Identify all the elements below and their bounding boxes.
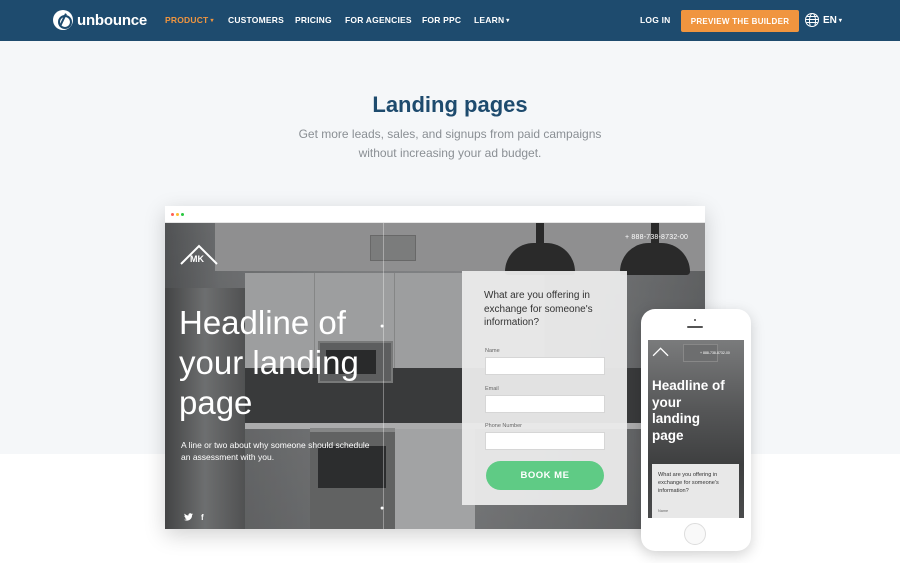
top-navigation: unbounce PRODUCT ▾ CUSTOMERS PRICING FOR … (0, 0, 900, 41)
nav-item-label: CUSTOMERS (228, 15, 284, 25)
nav-item-product[interactable]: PRODUCT ▾ (165, 15, 214, 25)
twitter-icon[interactable] (184, 513, 193, 523)
mobile-headline: Headline of your landing page (652, 378, 725, 443)
chevron-down-icon: ▾ (838, 17, 842, 24)
brand-name: unbounce (77, 11, 148, 29)
nav-item-customers[interactable]: CUSTOMERS (228, 15, 284, 25)
nav-item-label: LEARN (474, 15, 505, 25)
mobile-preview-mockup: + 888-738-8732-00 Headline of your landi… (641, 309, 751, 551)
nav-item-label: FOR AGENCIES (345, 15, 412, 25)
brand-logo[interactable]: unbounce (53, 10, 147, 30)
facebook-icon[interactable]: f (201, 513, 204, 523)
globe-icon (805, 13, 819, 27)
window-close-dot (171, 213, 174, 216)
window-minimize-dot (176, 213, 179, 216)
mk-logo-text: MK (190, 254, 204, 264)
roof-icon (652, 347, 669, 357)
language-label: EN (823, 14, 837, 26)
page-title: Landing pages (372, 92, 528, 117)
mobile-lead-form: What are you offering in exchange for so… (652, 464, 739, 518)
nav-item-for-agencies[interactable]: FOR AGENCIES (345, 15, 412, 25)
name-label: Name (485, 348, 500, 354)
email-label: Email (485, 386, 499, 392)
preview-description: A line or two about why someone should s… (181, 440, 370, 462)
desktop-preview-mockup: ● ● MK + 888-738-8732-00 Headline of you… (165, 206, 705, 529)
preview-headline: Headline of your landing page (179, 304, 359, 421)
page-subtitle: Get more leads, sales, and signups from … (298, 127, 602, 160)
guide-marker: ● (380, 505, 385, 512)
language-selector[interactable]: EN ▾ (805, 13, 842, 27)
phone-home-button (684, 523, 706, 545)
mobile-landing-page-preview: + 888-738-8732-00 Headline of your landi… (648, 340, 744, 518)
phone-camera (694, 319, 696, 321)
unbounce-logo-icon (53, 10, 73, 30)
name-field[interactable] (485, 357, 605, 375)
lead-form: What are you offering in exchange for so… (462, 271, 627, 505)
browser-bar (165, 206, 705, 223)
chevron-down-icon: ▾ (506, 18, 510, 24)
window-maximize-dot (181, 213, 184, 216)
nav-item-pricing[interactable]: PRICING (295, 15, 332, 25)
book-me-button[interactable]: BOOK ME (486, 461, 604, 490)
nav-item-learn[interactable]: LEARN ▾ (474, 15, 510, 25)
form-question: What are you offering in exchange for so… (484, 290, 593, 328)
preview-builder-button[interactable]: PREVIEW THE BUILDER (681, 10, 799, 32)
nav-item-for-ppc[interactable]: FOR PPC (422, 15, 461, 25)
email-field[interactable] (485, 395, 605, 413)
mk-logo: MK (179, 243, 221, 267)
nav-item-label: PRICING (295, 15, 332, 25)
nav-item-label: FOR PPC (422, 15, 462, 25)
login-link[interactable]: LOG IN (640, 15, 670, 25)
phone-number-field[interactable] (485, 432, 605, 450)
landing-page-preview: ● ● MK + 888-738-8732-00 Headline of you… (165, 223, 705, 529)
nav-item-label: PRODUCT (165, 15, 209, 25)
phone-speaker (687, 326, 703, 328)
social-links: f (184, 513, 204, 523)
phone-number-label: Phone Number (485, 423, 522, 429)
mobile-name-label: Name (658, 509, 669, 513)
mobile-form-question: What are you offering in exchange for so… (658, 472, 719, 494)
mobile-phone-number: + 888-738-8732-00 (700, 351, 730, 355)
chevron-down-icon: ▾ (210, 18, 214, 24)
phone-number[interactable]: + 888-738-8732-00 (625, 234, 688, 241)
